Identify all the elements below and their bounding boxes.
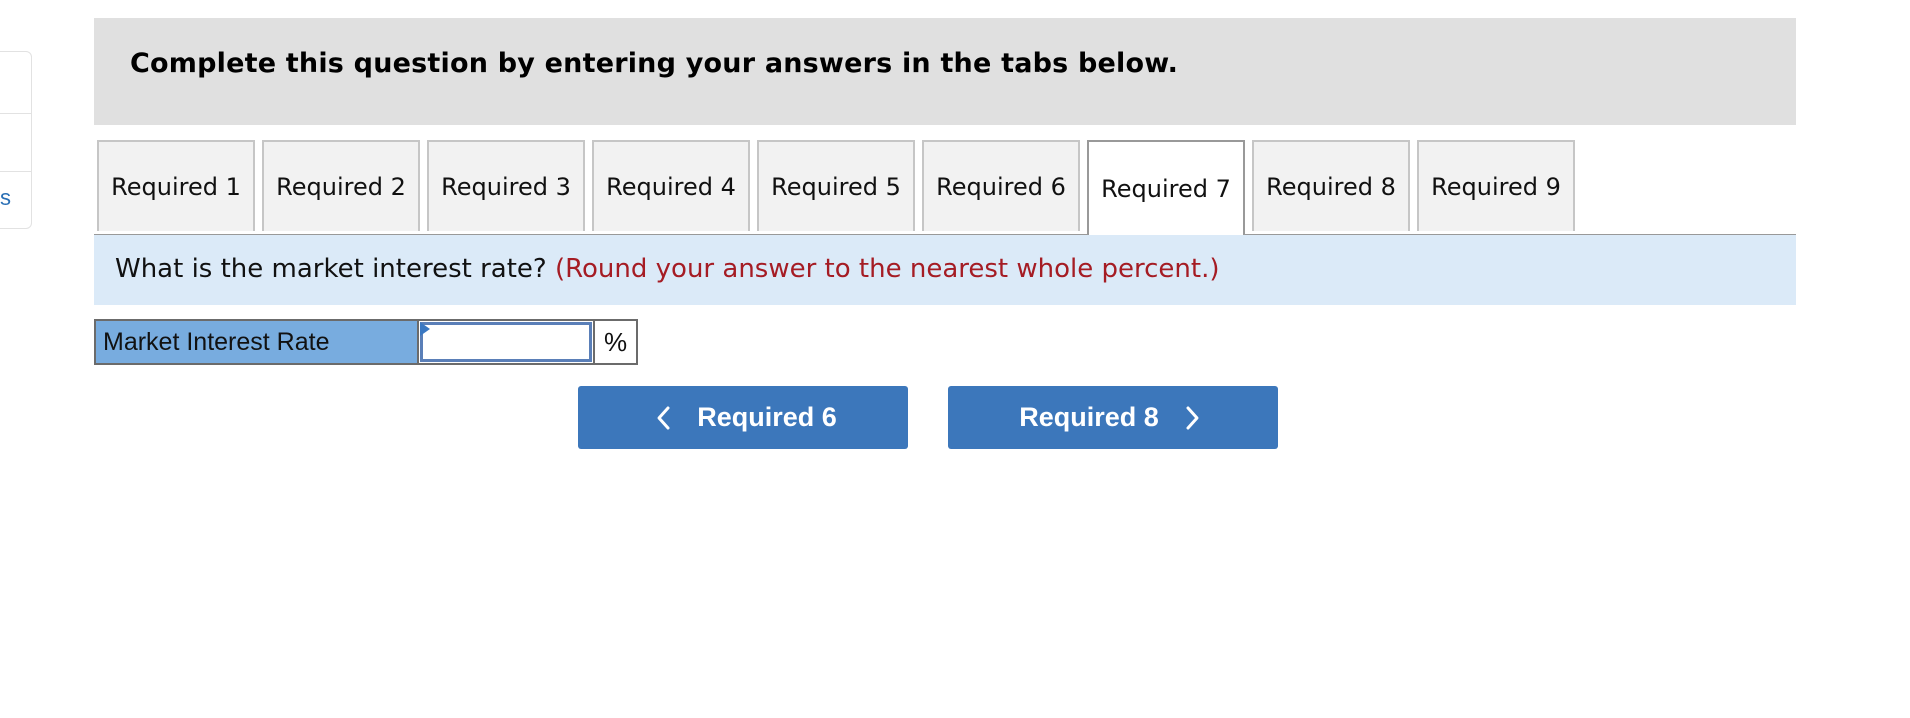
tab-required-3[interactable]: Required 3: [427, 140, 585, 231]
next-button-label: Required 8: [1019, 402, 1159, 432]
chevron-left-icon: [657, 406, 670, 429]
answer-label: Market Interest Rate: [94, 319, 417, 365]
side-panel-link[interactable]: s: [0, 185, 11, 211]
prev-required-button[interactable]: Required 6: [578, 386, 908, 449]
answer-input-cell: [417, 319, 595, 365]
instruction-title: Complete this question by entering your …: [130, 48, 1179, 79]
tab-required-1[interactable]: Required 1: [97, 140, 255, 231]
question-text: What is the market interest rate?: [115, 254, 547, 284]
tab-required-2[interactable]: Required 2: [262, 140, 420, 231]
side-panel-divider: [0, 113, 31, 114]
market-interest-rate-input[interactable]: [420, 322, 592, 362]
percent-unit: %: [595, 319, 638, 365]
question-text-wrap: What is the market interest rate? (Round…: [115, 254, 1220, 284]
tab-required-9[interactable]: Required 9: [1417, 140, 1575, 231]
tab-required-6[interactable]: Required 6: [922, 140, 1080, 231]
input-indicator-icon: [420, 322, 430, 336]
tab-bar: Required 1 Required 2 Required 3 Require…: [94, 140, 1796, 236]
next-required-button[interactable]: Required 8: [948, 386, 1278, 449]
instruction-header: Complete this question by entering your …: [94, 18, 1796, 125]
prev-button-label: Required 6: [697, 402, 837, 432]
chevron-right-icon: [1186, 406, 1199, 429]
side-panel-divider: [0, 171, 31, 172]
tab-required-4[interactable]: Required 4: [592, 140, 750, 231]
question-note: (Round your answer to the nearest whole …: [554, 254, 1220, 284]
tab-required-5[interactable]: Required 5: [757, 140, 915, 231]
question-band: What is the market interest rate? (Round…: [94, 235, 1796, 305]
tab-required-7[interactable]: Required 7: [1087, 140, 1245, 235]
tab-required-8[interactable]: Required 8: [1252, 140, 1410, 231]
